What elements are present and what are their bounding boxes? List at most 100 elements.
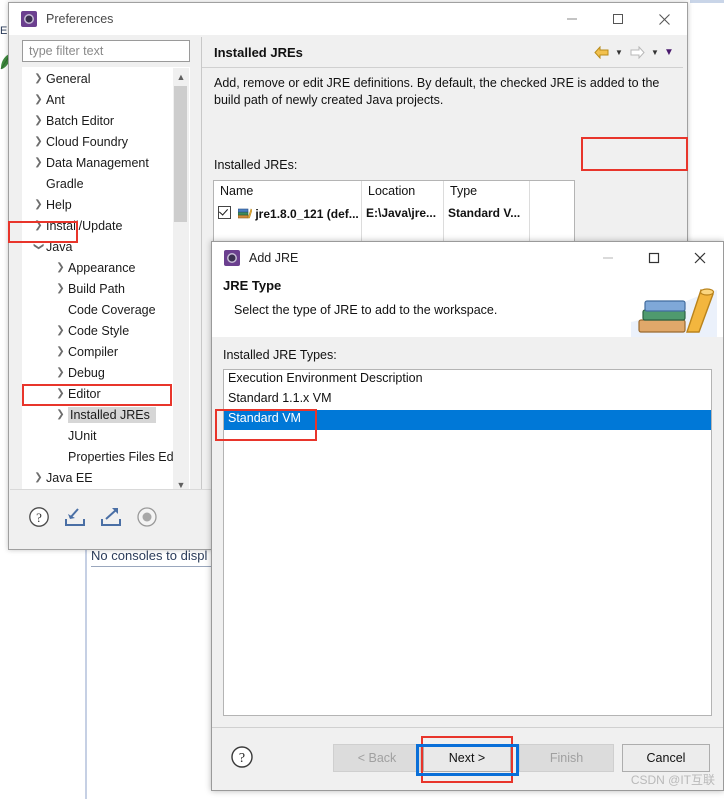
cancel-button[interactable]: Cancel — [622, 744, 710, 772]
page-description: Add, remove or edit JRE definitions. By … — [214, 76, 660, 107]
close-icon[interactable] — [677, 242, 723, 274]
page-menu-chevron-down-icon[interactable]: ▼ — [663, 42, 675, 62]
sidebar-item-label: Cloud Foundry — [46, 134, 128, 149]
sidebar-item-label: Ant — [46, 92, 65, 107]
column-header-type[interactable]: Type — [444, 181, 530, 203]
next-button[interactable]: Next > — [423, 744, 511, 772]
table-cell-type[interactable]: Standard V... — [444, 203, 530, 225]
table-header-row: Name Location Type — [214, 181, 574, 203]
sidebar-item-label: Appearance — [68, 260, 136, 275]
close-icon[interactable] — [641, 3, 687, 35]
restore-defaults-icon[interactable] — [136, 506, 158, 528]
chevron-right-icon: ❯ — [34, 115, 43, 126]
add-jre-titlebar: Add JRE — [212, 242, 723, 274]
sidebar-item-compiler[interactable]: ❯ Compiler — [23, 341, 175, 362]
add-jre-title: Add JRE — [249, 251, 299, 265]
column-header-name[interactable]: Name — [214, 181, 362, 203]
preferences-tree-list: ❯ General ❯ Ant ❯ Batch Editor ❯ Cloud Foundry ❯… — [23, 68, 177, 491]
search-input[interactable]: type filter text — [22, 40, 190, 62]
sidebar-item-properties-files-edi[interactable]: Properties Files Edi — [23, 446, 177, 467]
sidebar-item-label: Gradle — [46, 176, 84, 191]
preferences-window-buttons — [549, 3, 687, 35]
sidebar-item-label: Java EE — [46, 470, 93, 485]
table-cell-extra[interactable] — [530, 203, 574, 225]
sidebar-item-java[interactable]: ❯ Java — [23, 236, 175, 257]
wizard-page-title: JRE Type — [223, 278, 282, 293]
sidebar-item-label: Batch Editor — [46, 113, 115, 128]
sidebar-item-ant[interactable]: ❯ Ant — [23, 89, 175, 110]
sidebar-item-gradle[interactable]: Gradle — [23, 173, 175, 194]
sidebar-item-editor[interactable]: ❯ Editor — [23, 383, 175, 404]
jre-type-option[interactable]: Execution Environment Description — [224, 370, 711, 390]
svg-text:?: ? — [239, 751, 245, 766]
maximize-icon[interactable] — [631, 242, 677, 274]
sidebar-item-java-ee[interactable]: ❯ Java EE — [23, 467, 175, 488]
sidebar-item-label: Help — [46, 197, 72, 212]
forward-history-chevron-down-icon[interactable]: ▼ — [649, 42, 661, 62]
chevron-right-icon: ❯ — [34, 157, 43, 168]
installed-jres-label: Installed JREs: — [214, 158, 298, 172]
chevron-right-icon: ❯ — [56, 325, 65, 336]
tree-vscroll-thumb[interactable] — [174, 86, 187, 222]
add-jre-footer: ? < Back Next > Finish Cancel CSDN @IT互联 — [212, 727, 723, 790]
chevron-right-icon: ❯ — [56, 346, 65, 357]
sidebar-item-installed-jres[interactable]: ❯ Installed JREs — [23, 404, 175, 425]
eclipse-preferences-gear-icon — [21, 11, 37, 27]
sidebar-item-label: Properties Files Edi — [68, 449, 177, 464]
sidebar-item-label: JUnit — [68, 428, 97, 443]
minimize-icon[interactable] — [585, 242, 631, 274]
preferences-title: Preferences — [46, 12, 114, 26]
column-header-location[interactable]: Location — [362, 181, 444, 203]
table-cell-name[interactable]: jre1.8.0_121 (def... — [214, 203, 362, 225]
sidebar-item-general[interactable]: ❯ General — [23, 68, 175, 89]
sidebar-item-label: Debug — [68, 365, 105, 380]
preferences-tree[interactable]: ❯ General ❯ Ant ❯ Batch Editor ❯ Cloud Foundry ❯… — [22, 67, 190, 492]
maximize-icon[interactable] — [595, 3, 641, 35]
page-navigation: ▼ ▼ ▼ — [591, 42, 675, 62]
chevron-right-icon: ❯ — [56, 283, 65, 294]
sidebar-item-label: General — [46, 71, 91, 86]
jre-type-option[interactable]: Standard 1.1.x VM — [224, 390, 711, 410]
jre-type-option[interactable]: Standard VM — [224, 410, 711, 430]
tree-vertical-scrollbar[interactable]: ▲ ▼ — [173, 68, 189, 491]
sidebar-item-junit[interactable]: JUnit — [23, 425, 175, 446]
help-icon[interactable]: ? — [28, 506, 50, 528]
forward-arrow-icon[interactable] — [627, 42, 647, 62]
table-row[interactable]: jre1.8.0_121 (def... E:\Java\jre... Stan… — [214, 203, 574, 225]
minimize-icon[interactable] — [549, 3, 595, 35]
chevron-right-icon: ❯ — [34, 199, 43, 210]
chevron-right-icon: ❯ — [56, 388, 65, 399]
sidebar-item-label: Code Coverage — [68, 302, 156, 317]
sidebar-item-code-style[interactable]: ❯ Code Style — [23, 320, 175, 341]
sidebar-item-help[interactable]: ❯ Help — [23, 194, 175, 215]
jre-type-list[interactable]: Execution Environment Description Standar… — [223, 369, 712, 716]
preferences-titlebar: Preferences — [9, 3, 687, 35]
import-preferences-icon[interactable] — [64, 507, 86, 527]
back-arrow-icon[interactable] — [591, 42, 611, 62]
table-cell-location[interactable]: E:\Java\jre... — [362, 203, 444, 225]
books-banner-icon — [631, 276, 717, 337]
column-header-extra[interactable] — [530, 181, 574, 203]
jre-default-checkbox[interactable] — [218, 206, 231, 219]
help-icon[interactable]: ? — [230, 745, 254, 769]
jre-books-icon — [238, 208, 253, 219]
sidebar-item-cloud-foundry[interactable]: ❯ Cloud Foundry — [23, 131, 175, 152]
sidebar-item-code-coverage[interactable]: Code Coverage — [23, 299, 175, 320]
chevron-right-icon: ❯ — [56, 262, 65, 273]
sidebar-item-appearance[interactable]: ❯ Appearance — [23, 257, 175, 278]
sidebar-item-data-management[interactable]: ❯ Data Management — [23, 152, 175, 173]
chevron-right-icon: ❯ — [34, 472, 43, 483]
back-history-chevron-down-icon[interactable]: ▼ — [613, 42, 625, 62]
sidebar-item-label: Data Management — [46, 155, 149, 170]
chevron-right-icon: ❯ — [34, 136, 43, 147]
back-button: < Back — [333, 744, 421, 772]
preferences-bottom-icons: ? — [28, 506, 158, 528]
sidebar-item-build-path[interactable]: ❯ Build Path — [23, 278, 175, 299]
scroll-up-icon[interactable]: ▲ — [173, 68, 189, 85]
chevron-right-icon: ❯ — [34, 73, 43, 84]
sidebar-item-debug[interactable]: ❯ Debug — [23, 362, 175, 383]
sidebar-item-install-update[interactable]: ❯ Install/Update — [23, 215, 175, 236]
export-preferences-icon[interactable] — [100, 507, 122, 527]
sidebar-item-batch-editor[interactable]: ❯ Batch Editor — [23, 110, 175, 131]
sidebar-item-label: Editor — [68, 386, 101, 401]
